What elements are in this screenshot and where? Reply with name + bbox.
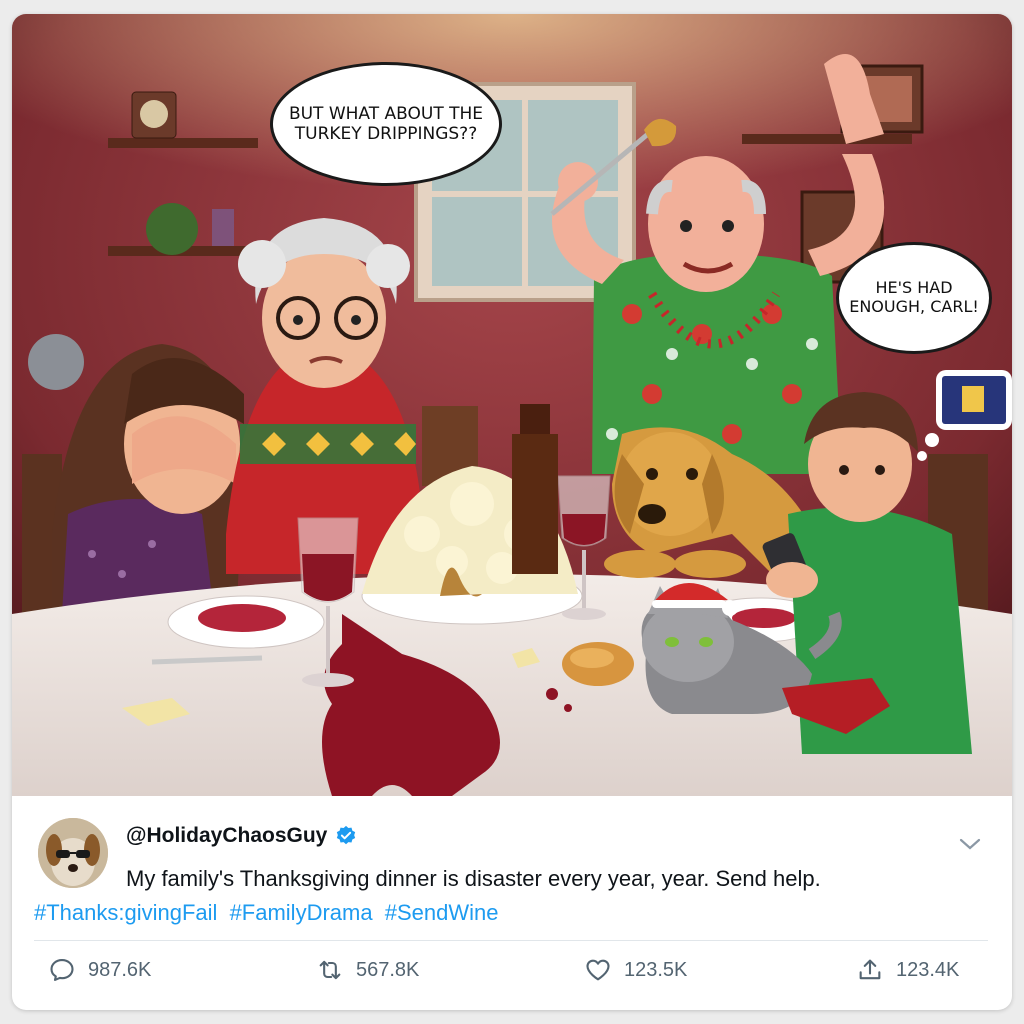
tweet-author: @HolidayChaosGuy: [126, 824, 357, 848]
tweet-text: My family's Thanksgiving dinner is disas…: [126, 866, 821, 891]
share-count: 123.4K: [896, 958, 960, 981]
hashtags: #Thanks:givingFail #FamilyDrama #SendWin…: [34, 900, 504, 926]
chevron-down-icon[interactable]: [958, 836, 982, 852]
tweet-actions: 987.6K 567.8K 123.5K 123.4K: [12, 956, 1012, 996]
retweet-count: 567.8K: [356, 958, 420, 981]
divider: [34, 940, 988, 941]
user-handle[interactable]: @HolidayChaosGuy: [126, 824, 327, 848]
tweet-body: @HolidayChaosGuy My family's Thanksgivin…: [12, 796, 1012, 1010]
reply-button[interactable]: 987.6K: [48, 956, 151, 984]
hashtag-link[interactable]: #FamilyDrama: [230, 900, 373, 925]
avatar-dog-icon: [38, 818, 108, 888]
share-icon: [859, 959, 881, 980]
tweet-image[interactable]: But what about the turkey drippings?? He…: [12, 14, 1012, 796]
hashtag-link[interactable]: #Thanks:givingFail: [34, 900, 217, 925]
retweet-button[interactable]: 567.8K: [316, 956, 419, 984]
reply-icon: [50, 959, 74, 981]
tweet-card: But what about the turkey drippings?? He…: [12, 14, 1012, 1010]
heart-icon: [586, 959, 610, 981]
speech-bubble-carl: He's had enough, Carl!: [836, 242, 992, 354]
speech-bubble-grandma: But what about the turkey drippings??: [270, 62, 502, 186]
share-button[interactable]: 123.4K: [856, 956, 959, 984]
like-button[interactable]: 123.5K: [584, 956, 687, 984]
thanksgiving-illustration: [12, 14, 1012, 796]
hashtag-link[interactable]: #SendWine: [385, 900, 499, 925]
reply-count: 987.6K: [88, 958, 152, 981]
like-count: 123.5K: [624, 958, 688, 981]
verified-badge-icon: [337, 825, 356, 845]
avatar[interactable]: [38, 818, 108, 888]
retweet-icon: [319, 960, 341, 980]
